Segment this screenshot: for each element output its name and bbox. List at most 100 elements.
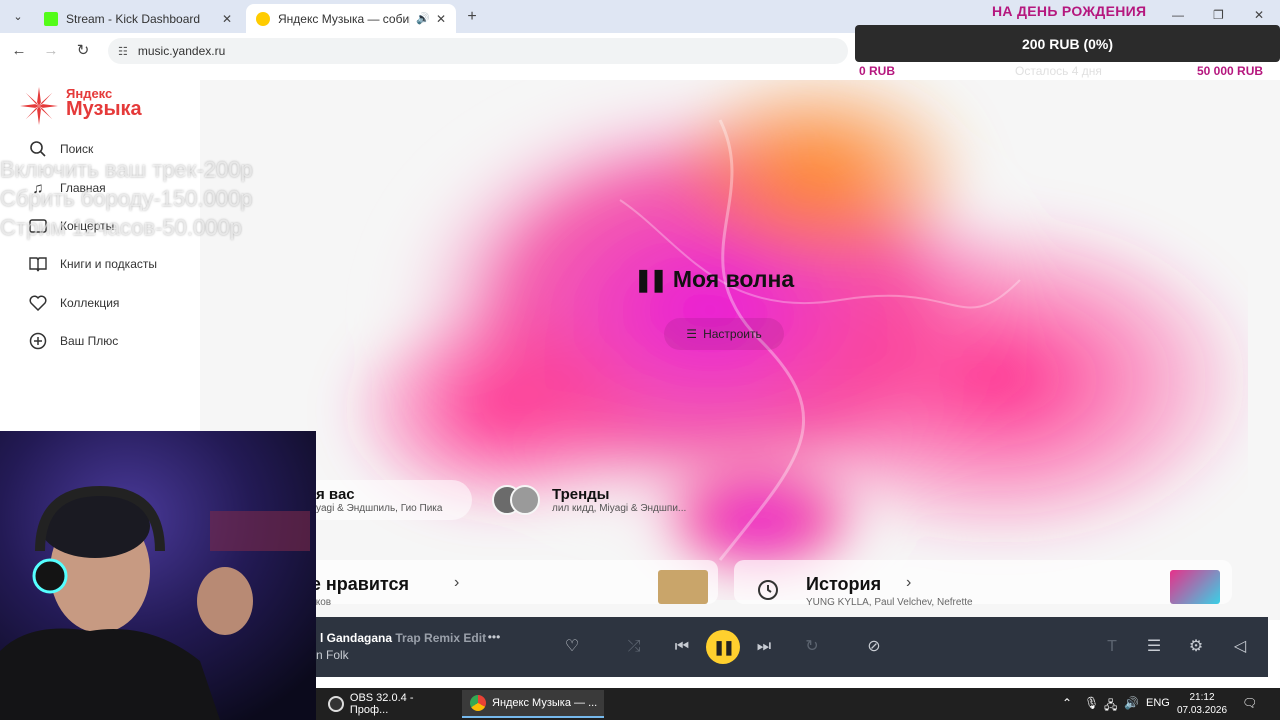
tab-kick-dashboard[interactable]: Stream - Kick Dashboard ✕: [34, 4, 242, 33]
album-cover: [1170, 570, 1220, 604]
track-artist[interactable]: n Folk: [316, 648, 349, 662]
trends-subtitle: лил кидд, Miyagi & Эндшпи...: [552, 503, 687, 514]
forward-icon[interactable]: →: [41, 41, 61, 61]
hero-title-text: Моя волна: [672, 266, 795, 292]
restore-icon[interactable]: ❐: [1213, 8, 1224, 22]
overlay-line: Сбрить бороду-150.000р: [0, 186, 253, 211]
chrome-icon: [470, 695, 486, 711]
sidebar-item-label: Коллекция: [60, 296, 120, 310]
sidebar-item-plus[interactable]: Ваш Плюс: [28, 329, 118, 353]
minimize-icon[interactable]: —: [1172, 8, 1184, 22]
sidebar-item-label: Поиск: [60, 142, 94, 156]
notifications-icon[interactable]: 🗨: [1242, 696, 1257, 710]
history-card-title: История: [806, 574, 882, 594]
pause-icon: ❚❚: [634, 266, 668, 292]
setup-wave-button[interactable]: ☰ Настроить: [664, 318, 784, 350]
my-wave-title[interactable]: ❚❚ Моя волна: [634, 266, 794, 293]
queue-icon[interactable]: ☰: [1142, 635, 1166, 659]
trends-title: Тренды: [552, 486, 610, 503]
sidebar-item-collection[interactable]: Коллекция: [28, 291, 119, 315]
taskbar-obs[interactable]: OBS 32.0.4 - Проф...: [320, 690, 454, 718]
sidebar-item-label: Книги и подкасты: [60, 257, 157, 271]
for-you-pill[interactable]: я вас yagi & Эндшпиль, Гио Пика: [300, 480, 472, 520]
tab-search-icon[interactable]: ⌄: [8, 7, 28, 27]
clock-date: 07.03.2026: [1176, 705, 1228, 716]
url-text: music.yandex.ru: [137, 44, 226, 58]
volume-icon[interactable]: ◁: [1228, 635, 1252, 659]
for-you-title: я вас: [316, 486, 355, 503]
new-tab-button[interactable]: +: [462, 7, 482, 27]
address-bar[interactable]: ☷ music.yandex.ru: [108, 38, 848, 64]
microphone-icon[interactable]: 🎙: [1084, 696, 1099, 710]
tab-close-icon[interactable]: ✕: [222, 12, 232, 26]
track-version: Trap Remix Edit: [395, 631, 487, 645]
language-indicator[interactable]: ENG: [1146, 697, 1170, 709]
donation-min: 0 RUB: [859, 64, 896, 78]
windows-taskbar: OBS 32.0.4 - Проф... Яндекс Музыка — ...…: [316, 688, 1280, 720]
plus-circle-icon: [28, 331, 48, 351]
chevron-right-icon: ›: [906, 574, 912, 591]
donation-max: 50 000 RUB: [1197, 64, 1264, 78]
speaker-icon[interactable]: 🔊: [416, 12, 430, 25]
tray-overflow-icon[interactable]: ⌃: [1062, 696, 1072, 710]
book-icon: [28, 254, 48, 274]
kick-favicon-icon: [44, 11, 58, 26]
task-label: Яндекс Музыка — ...: [492, 697, 598, 709]
close-window-icon[interactable]: ✕: [1254, 8, 1264, 22]
tab-close-icon[interactable]: ✕: [436, 12, 446, 26]
history-card[interactable]: История › YUNG KYLLA, Paul Velchev, Nefr…: [734, 560, 1232, 608]
yandex-music-logo[interactable]: Яндекс Музыка: [20, 85, 190, 125]
obs-icon: [328, 696, 344, 712]
clock-time: 21:12: [1189, 692, 1215, 703]
main-content: ❚❚ Моя волна ☰ Настроить я вас yagi & Эн…: [200, 80, 1280, 620]
overlay-line: Стрим 12часов-50.000р: [0, 215, 242, 240]
album-cover: [658, 570, 708, 604]
track-name: l Gandagana: [320, 631, 393, 645]
lyrics-icon[interactable]: T: [1100, 635, 1124, 659]
likes-card[interactable]: не нравится › треков: [300, 560, 718, 608]
equalizer-icon[interactable]: ⚙: [1184, 635, 1208, 659]
yandex-music-favicon-icon: [256, 11, 270, 26]
taskbar-chrome[interactable]: Яндекс Музыка — ...: [462, 690, 604, 718]
shuffle-icon[interactable]: ⤮: [622, 635, 646, 659]
tab-yandex-music[interactable]: Яндекс Музыка — собирае 🔊 ✕: [246, 4, 456, 33]
donation-remaining: Осталось 4 дня: [1015, 64, 1102, 78]
tab-title: Яндекс Музыка — собирае: [278, 11, 410, 26]
logo-text-big: Музыка: [66, 98, 142, 120]
sidebar-item-label: Ваш Плюс: [60, 334, 119, 348]
previous-track-icon[interactable]: ⏮: [670, 635, 694, 659]
site-settings-icon[interactable]: ☷: [118, 45, 128, 58]
network-icon[interactable]: 🖧: [1104, 696, 1117, 717]
setup-label: Настроить: [703, 327, 762, 341]
donation-goal-title: НА ДЕНЬ РОЖДЕНИЯ: [992, 3, 1147, 19]
track-title[interactable]: l Gandagana Trap Remix Edit: [320, 631, 486, 645]
player-bar: l Gandagana Trap Remix Edit ••• n Folk ♡…: [316, 617, 1268, 677]
next-track-icon[interactable]: ⏭: [752, 635, 776, 659]
volume-tray-icon[interactable]: 🔊: [1124, 696, 1139, 710]
play-pause-button[interactable]: ❚❚: [706, 630, 740, 664]
artist-avatar: [510, 485, 540, 515]
back-icon[interactable]: ←: [9, 41, 29, 61]
donation-amount: 200 RUB (0%): [1021, 35, 1114, 52]
more-options-icon[interactable]: •••: [482, 625, 506, 649]
search-icon: [28, 139, 48, 159]
for-you-subtitle: yagi & Эндшпиль, Гио Пика: [316, 503, 443, 514]
history-icon: [756, 578, 780, 602]
system-clock[interactable]: 21:12 07.03.2026: [1176, 691, 1228, 717]
chevron-right-icon: ›: [454, 574, 460, 591]
filter-icon: ☰: [686, 327, 698, 341]
task-label: OBS 32.0.4 - Проф...: [349, 692, 414, 716]
trends-pill[interactable]: Тренды лил кидд, Miyagi & Эндшпи...: [492, 480, 732, 520]
history-card-subtitle: YUNG KYLLA, Paul Velchev, Nefrette: [806, 597, 973, 608]
reload-icon[interactable]: ↻: [73, 41, 93, 61]
like-heart-icon[interactable]: ♡: [560, 635, 584, 659]
overlay-line: Включить ваш трек-200р: [0, 157, 253, 182]
repeat-icon[interactable]: ↻: [800, 635, 824, 659]
dislike-icon[interactable]: ⊘: [862, 635, 886, 659]
tab-title: Stream - Kick Dashboard: [66, 11, 201, 26]
trends-avatars: [492, 485, 542, 515]
sidebar-item-books[interactable]: Книги и подкасты: [28, 252, 157, 276]
heart-icon: [28, 293, 48, 313]
likes-card-title: не нравится: [300, 574, 409, 594]
webcam-feed: [0, 431, 316, 720]
